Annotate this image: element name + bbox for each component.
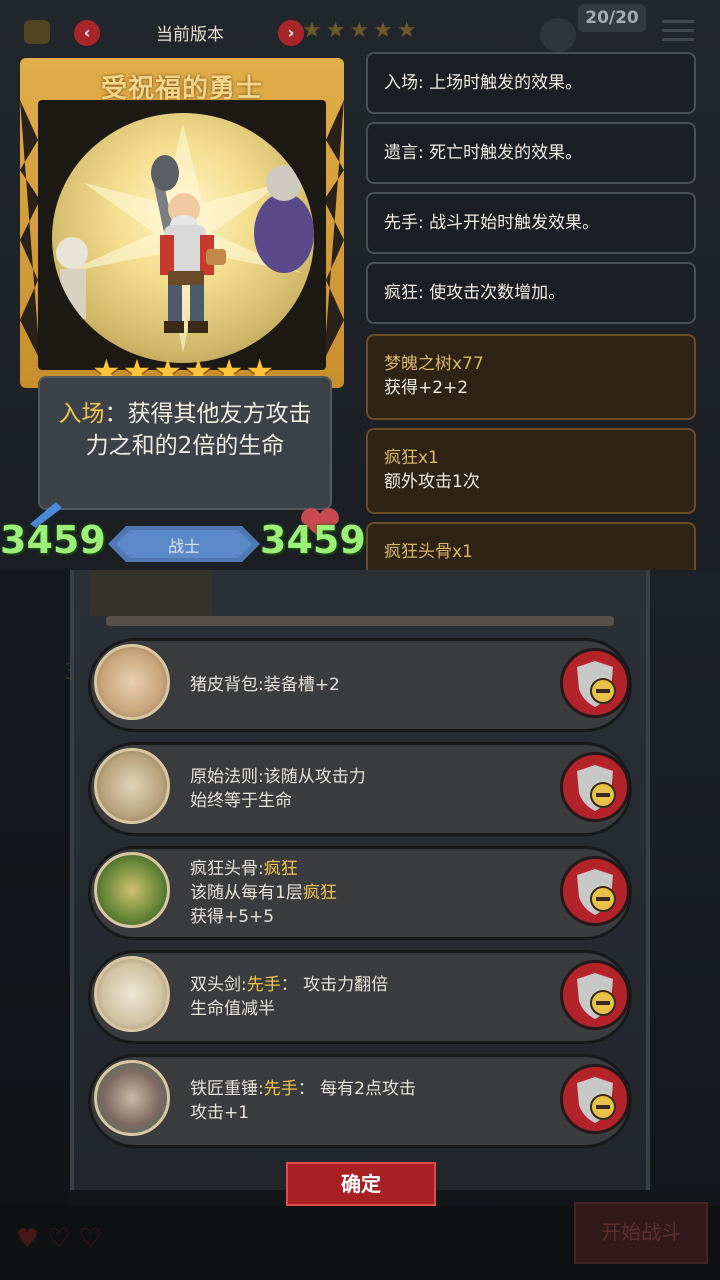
remove-equipment-button[interactable] xyxy=(560,960,630,1030)
next-version-button[interactable]: › xyxy=(278,20,304,46)
equipment-line: 疯狂头骨: xyxy=(190,859,264,879)
equipment-row: 原始法则:该随从攻击力 始终等于生命 xyxy=(88,742,632,836)
desc-rest: ：获得其他友方攻击力之和的2倍的生命 xyxy=(85,401,312,459)
equipment-line: 双头剑: xyxy=(190,975,247,995)
keyword-text: 疯狂: 使攻击次数增加。 xyxy=(384,283,566,303)
hero-portrait-icon xyxy=(540,18,576,52)
equipment-view: 3 猪皮背包:装备槽+2 原始法则:该随从攻击力 始终等于生命 xyxy=(0,570,720,1280)
equipment-keyword: 疯狂 xyxy=(263,859,298,879)
remove-equipment-button[interactable] xyxy=(560,1064,630,1134)
keyword-text: 遗言: 死亡时触发的效果。 xyxy=(384,143,583,163)
item-keyword-title: 疯狂x1 xyxy=(384,448,439,468)
equipment-text: 疯狂头骨:疯狂 该随从每有1层疯狂 获得+5+5 xyxy=(190,846,550,940)
remove-equipment-button[interactable] xyxy=(560,648,630,718)
attack-value: 3459 xyxy=(0,518,106,562)
equipment-row: 疯狂头骨:疯狂 该随从每有1层疯狂 获得+5+5 xyxy=(88,846,632,940)
warrior-portrait xyxy=(52,113,314,363)
equipment-line: 生命值减半 xyxy=(190,999,275,1019)
keyword-text: 入场: 上场时触发的效果。 xyxy=(384,73,583,93)
item-keyword-panel: 疯狂x1 额外攻击1次 xyxy=(366,428,696,514)
equipment-row: 猪皮背包:装备槽+2 xyxy=(88,638,632,732)
card-description: 入场：获得其他友方攻击力之和的2倍的生命 xyxy=(50,398,320,462)
equipment-line: 获得+5+5 xyxy=(190,907,275,927)
keyword-text: 先手: 战斗开始时触发效果。 xyxy=(384,213,600,233)
keyword-panel: 遗言: 死亡时触发的效果。 xyxy=(366,122,696,184)
item-keyword-desc: 获得+2+2 xyxy=(384,378,469,398)
card-name: 受祝福的勇士 xyxy=(100,74,263,104)
remove-equipment-button[interactable] xyxy=(560,752,630,822)
equipment-line: ： 每有2点攻击 xyxy=(297,1079,416,1099)
shield-minus-icon xyxy=(577,661,616,707)
smith-hammer-icon xyxy=(94,1060,170,1136)
equipment-keyword: 先手 xyxy=(246,975,281,995)
unit-counter: 20/20 xyxy=(578,4,646,32)
equipment-line: 始终等于生命 xyxy=(190,791,292,811)
desc-keyword: 入场 xyxy=(58,401,105,427)
equipment-keyword: 先手 xyxy=(263,1079,298,1099)
equipment-line: 攻击+1 xyxy=(190,1103,250,1123)
keyword-panel: 先手: 战斗开始时触发效果。 xyxy=(366,192,696,254)
equipment-line: 铁匠重锤: xyxy=(190,1079,264,1099)
panel-divider xyxy=(106,616,614,626)
item-keyword-title: 疯狂头骨x1 xyxy=(384,542,473,562)
header-star-rating: ★★★★★ xyxy=(302,18,421,43)
pig-backpack-icon xyxy=(94,644,170,720)
panel-top-portrait xyxy=(90,570,212,616)
card-detail-view: ‹ 当前版本 › ★★★★★ 20/20 受祝福的勇士 ★★★★★★ 入场：获得… xyxy=(0,0,720,570)
confirm-button[interactable]: 确定 xyxy=(286,1162,436,1206)
version-title: 当前版本 xyxy=(156,25,224,45)
lives-hearts-icon: ♥♡♡ xyxy=(16,1224,110,1254)
menu-icon[interactable] xyxy=(662,14,694,47)
double-sword-icon xyxy=(94,956,170,1032)
equipment-line: 该随从每有1层 xyxy=(190,883,303,903)
unit-type-label: 战士 xyxy=(167,537,200,556)
equipment-text: 铁匠重锤:先手： 每有2点攻击 攻击+1 xyxy=(190,1054,550,1148)
health-value: 3459 xyxy=(260,518,366,562)
equipment-line: 原始法则:该随从攻击力 xyxy=(190,767,366,787)
madness-skull-icon xyxy=(94,852,170,928)
coin-icon xyxy=(24,20,50,44)
shield-minus-icon xyxy=(577,973,616,1019)
item-keyword-desc: 额外攻击1次 xyxy=(384,472,480,492)
keyword-panel: 入场: 上场时触发的效果。 xyxy=(366,52,696,114)
remove-equipment-button[interactable] xyxy=(560,856,630,926)
equipment-text: 猪皮背包:装备槽+2 xyxy=(190,638,550,732)
equipment-line: 猪皮背包:装备槽+2 xyxy=(190,675,340,695)
item-keyword-panel: 疯狂头骨x1 xyxy=(366,522,696,570)
equipment-keyword: 疯狂 xyxy=(302,883,337,903)
shield-minus-icon xyxy=(577,869,616,915)
equipment-text: 双头剑:先手： 攻击力翻倍 生命值减半 xyxy=(190,950,550,1044)
side-shadow xyxy=(0,570,70,1280)
shield-minus-icon xyxy=(577,765,616,811)
equipment-row: 双头剑:先手： 攻击力翻倍 生命值减半 xyxy=(88,950,632,1044)
shield-minus-icon xyxy=(577,1077,616,1123)
primal-law-icon xyxy=(94,748,170,824)
prev-version-button[interactable]: ‹ xyxy=(74,20,100,46)
keyword-panel: 疯狂: 使攻击次数增加。 xyxy=(366,262,696,324)
start-battle-button[interactable]: 开始战斗 xyxy=(574,1202,708,1264)
equipment-line: ： 攻击力翻倍 xyxy=(280,975,389,995)
equipment-row: 铁匠重锤:先手： 每有2点攻击 攻击+1 xyxy=(88,1054,632,1148)
item-keyword-panel: 梦魄之树x77 获得+2+2 xyxy=(366,334,696,420)
equipment-text: 原始法则:该随从攻击力 始终等于生命 xyxy=(190,742,550,836)
blessed-warrior-icon xyxy=(56,123,314,353)
item-keyword-title: 梦魄之树x77 xyxy=(384,354,484,374)
